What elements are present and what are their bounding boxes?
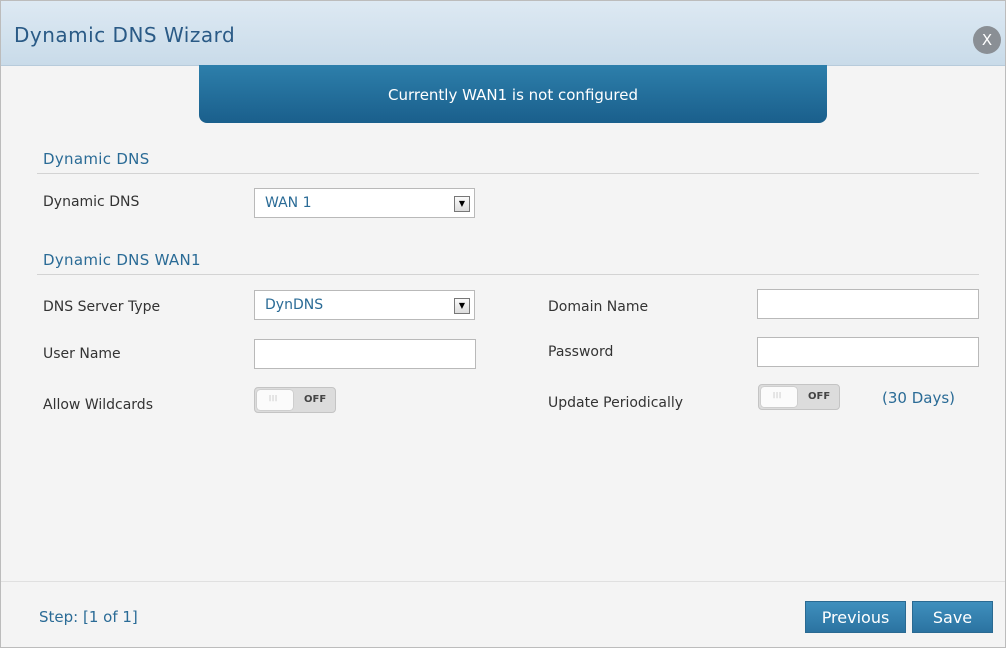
update-periodically-toggle[interactable]: ||| OFF	[758, 384, 840, 410]
dialog-title: Dynamic DNS Wizard	[14, 23, 236, 47]
dynamic-dns-selected-value: WAN 1	[265, 195, 312, 211]
section-heading-dynamic-dns-wan1: Dynamic DNS WAN1	[43, 251, 201, 269]
grip-icon: |||	[773, 392, 783, 399]
dynamic-dns-select[interactable]: WAN 1 ▼	[254, 188, 475, 218]
footer-divider	[1, 581, 1005, 582]
dns-server-type-label: DNS Server Type	[43, 299, 161, 315]
domain-name-label: Domain Name	[548, 299, 649, 315]
dynamic-dns-wizard-dialog: Dynamic DNS Wizard X Currently WAN1 is n…	[0, 0, 1006, 648]
section-heading-dynamic-dns: Dynamic DNS	[43, 150, 150, 168]
dynamic-dns-label: Dynamic DNS	[43, 194, 140, 210]
previous-button[interactable]: Previous	[805, 601, 906, 633]
allow-wildcards-label: Allow Wildcards	[43, 397, 153, 413]
title-bar: Dynamic DNS Wizard X	[1, 1, 1005, 66]
dns-server-type-select[interactable]: DynDNS ▼	[254, 290, 475, 320]
user-name-label: User Name	[43, 346, 121, 362]
allow-wildcards-toggle[interactable]: ||| OFF	[254, 387, 336, 413]
step-indicator: Step: [1 of 1]	[39, 608, 138, 626]
chevron-down-icon[interactable]: ▼	[454, 196, 470, 212]
update-period-text: (30 Days)	[882, 389, 955, 407]
section-divider	[37, 173, 979, 174]
toggle-state-label: OFF	[304, 394, 327, 405]
password-label: Password	[548, 344, 614, 360]
grip-icon: |||	[269, 395, 279, 402]
close-icon: X	[981, 31, 993, 49]
toggle-state-label: OFF	[808, 391, 831, 402]
update-periodically-label: Update Periodically	[548, 395, 684, 411]
status-banner: Currently WAN1 is not configured	[199, 65, 827, 123]
dns-server-type-selected-value: DynDNS	[265, 297, 324, 313]
section-divider	[37, 274, 979, 275]
password-input[interactable]	[757, 337, 979, 367]
domain-name-input[interactable]	[757, 289, 979, 319]
chevron-down-icon[interactable]: ▼	[454, 298, 470, 314]
user-name-input[interactable]	[254, 339, 476, 369]
close-button[interactable]: X	[973, 26, 1001, 54]
save-button[interactable]: Save	[912, 601, 993, 633]
